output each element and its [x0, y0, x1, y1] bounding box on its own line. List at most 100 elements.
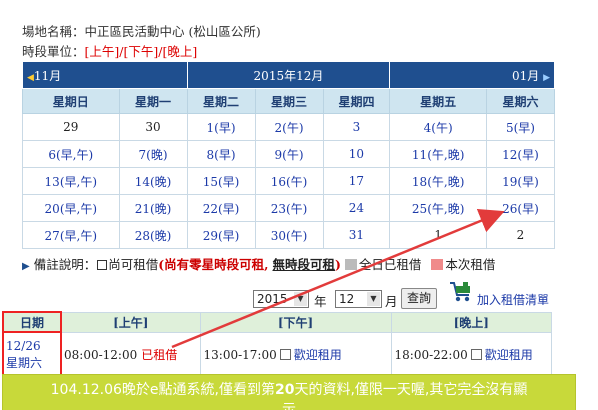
weekday-fri: 星期五 — [389, 88, 487, 114]
banner-text-a: 104.12.06晚於e點通系統,僅看到第 — [50, 382, 275, 398]
legend: ▶ 備註說明： 尚可租借(尚有零星時段可租, 無時段可租) 全日已租借 本次租借 — [22, 254, 495, 273]
day-cell: 29 — [22, 113, 120, 141]
booking-row: 12/26 星期六 08:00-12:00 已租借 13:00-17:00 歡迎租用… — [2, 331, 552, 378]
morning-time: 08:00-12:00 — [64, 348, 138, 362]
weekday-mon: 星期一 — [118, 88, 188, 114]
day-cell[interactable]: 19(早) — [485, 167, 556, 195]
period-unit-label: 時段單位： — [22, 44, 85, 59]
day-cell[interactable]: 23(午) — [254, 194, 324, 222]
shopping-cart-icon[interactable] — [449, 280, 473, 304]
weekday-sat: 星期六 — [485, 88, 556, 114]
afternoon-time: 13:00-17:00 — [203, 348, 277, 362]
day-cell[interactable]: 29(早) — [186, 221, 256, 249]
legend-fully-booked: 全日已租借 — [358, 257, 422, 272]
calendar: ◀11月 2015年12月 01月 ▶ 星期日 星期一 星期二 星期三 星期四 … — [22, 61, 556, 249]
week-row-4: 20(早,午) 21(晚) 22(早) 23(午) 24 25(午,晚) 26(… — [22, 194, 556, 222]
day-cell[interactable]: 11(午,晚) — [389, 140, 487, 168]
day-cell[interactable]: 31 — [322, 221, 391, 249]
week-row-3: 13(早,午) 14(晚) 15(早) 16(午) 17 18(午,晚) 19(… — [22, 167, 556, 195]
day-cell[interactable]: 6(早,午) — [22, 140, 120, 168]
weekday-header: 星期日 星期一 星期二 星期三 星期四 星期五 星期六 — [22, 88, 556, 114]
booking-date-cell: 12/26 星期六 — [2, 331, 62, 378]
day-cell[interactable]: 24 — [322, 194, 391, 222]
day-cell[interactable]: 16(午) — [254, 167, 324, 195]
day-cell[interactable]: 27(早,午) — [22, 221, 120, 249]
booking-header-row: 日期 [上午] [下午] [晚上] — [2, 311, 552, 333]
current-month: 2015年12月 — [186, 61, 391, 89]
day-cell[interactable]: 25(午,晚) — [389, 194, 487, 222]
day-cell[interactable]: 15(早) — [186, 167, 256, 195]
banner-text-b: 20 — [274, 382, 295, 398]
annotation-banner: 104.12.06晚於e點通系統,僅看到第20天的資料,僅限一天喔,其它完全沒有… — [2, 374, 576, 410]
evening-status: 歡迎租用 — [484, 348, 533, 362]
checkbox-icon — [97, 260, 108, 270]
prev-month-link[interactable]: ◀11月 — [22, 61, 188, 89]
day-cell[interactable]: 9(午) — [254, 140, 324, 168]
legend-this-booking: 本次租借 — [445, 257, 496, 272]
venue-name: 中正區民活動中心 (松山區公所) — [84, 24, 261, 39]
evening-header: [晚上] — [390, 311, 552, 333]
day-cell[interactable]: 22(早) — [186, 194, 256, 222]
year-select[interactable]: 2015 ▼ — [253, 290, 309, 308]
day-cell[interactable]: 21(晚) — [118, 194, 188, 222]
day-cell[interactable]: 14(晚) — [118, 167, 188, 195]
booking-date: 12/26 — [6, 338, 41, 353]
month-select-value: 12 — [339, 292, 355, 306]
afternoon-status: 歡迎租用 — [293, 348, 342, 362]
week-row-1: 29 30 1(早) 2(午) 3 4(午) 5(早) — [22, 113, 556, 141]
legend-close: ) — [335, 257, 341, 272]
day-cell[interactable]: 18(午,晚) — [389, 167, 487, 195]
venue-line: 場地名稱：中正區民活動中心 (松山區公所) — [22, 21, 261, 40]
date-header: 日期 — [2, 311, 62, 333]
day-cell[interactable]: 1(早) — [186, 113, 256, 141]
day-cell[interactable]: 12(早) — [485, 140, 556, 168]
morning-slot: 08:00-12:00 已租借 — [60, 331, 201, 378]
day-cell[interactable]: 30(午) — [254, 221, 324, 249]
day-cell[interactable]: 17 — [322, 167, 391, 195]
day-cell[interactable]: 28(晚) — [118, 221, 188, 249]
day-cell-26[interactable]: 26(早) — [485, 194, 556, 222]
day-cell[interactable]: 10 — [322, 140, 391, 168]
next-month-label: 01月 — [511, 68, 540, 83]
day-cell[interactable]: 13(早,午) — [22, 167, 120, 195]
legend-no-slots: 無時段可租 — [272, 257, 335, 272]
pink-swatch-icon — [431, 259, 444, 270]
week-row-5: 27(早,午) 28(晚) 29(早) 30(午) 31 1 2 — [22, 221, 556, 249]
month-select[interactable]: 12 ▼ — [335, 290, 382, 308]
morning-header: [上午] — [60, 311, 201, 333]
afternoon-header: [下午] — [199, 311, 392, 333]
chevron-down-icon: ▼ — [294, 292, 307, 306]
day-cell[interactable]: 5(早) — [485, 113, 556, 141]
chevron-down-icon: ▼ — [367, 292, 380, 306]
weekday-thu: 星期四 — [322, 88, 391, 114]
period-unit-value: [上午]/[下午]/[晚上] — [84, 44, 198, 59]
day-cell[interactable]: 8(早) — [186, 140, 256, 168]
legend-label: 備註說明： — [33, 257, 97, 272]
day-cell[interactable]: 3 — [322, 113, 391, 141]
gray-swatch-icon — [344, 259, 357, 270]
next-month-link[interactable]: 01月 ▶ — [389, 61, 555, 89]
venue-label: 場地名稱： — [22, 24, 85, 39]
day-cell: 1 — [389, 221, 487, 249]
booking-weekday: 星期六 — [6, 355, 43, 370]
weekday-wed: 星期三 — [254, 88, 324, 114]
evening-time: 18:00-22:00 — [394, 348, 468, 362]
evening-checkbox[interactable] — [470, 349, 482, 360]
day-cell: 30 — [118, 113, 188, 141]
afternoon-checkbox[interactable] — [279, 349, 291, 360]
period-unit-line: 時段單位：[上午]/[下午]/[晚上] — [22, 41, 197, 60]
next-arrow-icon: ▶ — [543, 72, 550, 83]
day-cell[interactable]: 7(晚) — [118, 140, 188, 168]
prev-month-label: 11月 — [33, 68, 62, 83]
month-label: 月 — [385, 294, 398, 309]
weekday-sun: 星期日 — [22, 88, 120, 114]
weekday-tue: 星期二 — [186, 88, 256, 114]
query-button[interactable]: 查詢 — [401, 288, 437, 309]
legend-available: 尚可租借 — [108, 257, 159, 272]
day-cell[interactable]: 4(午) — [389, 113, 487, 141]
day-cell[interactable]: 20(早,午) — [22, 194, 120, 222]
year-label: 年 — [314, 294, 327, 309]
day-cell[interactable]: 2(午) — [254, 113, 324, 141]
add-to-rental-list-link[interactable]: 加入租借清單 — [477, 291, 549, 308]
year-select-value: 2015 — [257, 292, 288, 306]
